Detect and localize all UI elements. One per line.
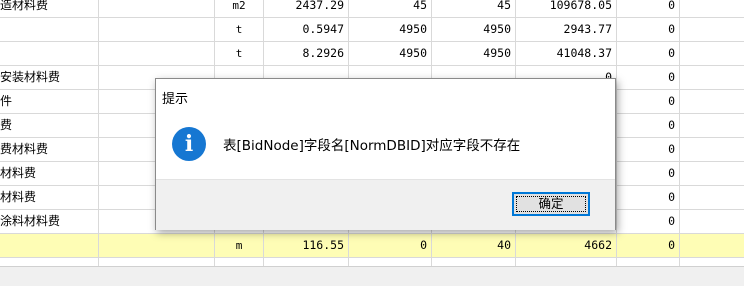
table-cell-unit: t: [235, 23, 243, 36]
table-cell-price2: 45: [497, 0, 511, 12]
column-divider: [616, 0, 617, 266]
table-cell-name: [0, 234, 98, 257]
column-divider: [679, 0, 680, 266]
table-cell-extra: 0: [668, 0, 675, 12]
table-cell-name: 件: [0, 94, 13, 108]
message-dialog: 提示 i 表[BidNode]字段名[NormDBID]对应字段不存在 确定: [155, 78, 616, 230]
horizontal-scrollbar-area[interactable]: [0, 266, 744, 286]
table-cell-total: 41048.37: [556, 46, 612, 60]
table-cell-name: 涂料材料费: [0, 214, 61, 228]
ok-button-label: 确定: [538, 196, 564, 211]
table-cell-price2: 4950: [483, 46, 511, 60]
table-cell-extra: 0: [668, 118, 675, 132]
table-cell-price1: 4950: [399, 46, 427, 60]
table-row[interactable]: t 0.5947 4950 4950 2943.77 0: [0, 18, 744, 42]
table-cell-unit: m2: [232, 0, 246, 12]
table-cell-qty: 0.5947: [302, 22, 344, 36]
table-cell-extra: 0: [668, 70, 675, 84]
table-cell-extra: 0: [668, 142, 675, 156]
table-cell-extra: 0: [668, 22, 675, 36]
table-cell-total: 4662: [584, 238, 612, 252]
table-cell-total: 2943.77: [563, 22, 612, 36]
table-cell-extra: 0: [668, 166, 675, 180]
table-cell-extra: 0: [668, 94, 675, 108]
table-cell-price2: 4950: [483, 22, 511, 36]
table-cell-name: 材料费: [0, 190, 37, 204]
dialog-title: 提示: [162, 92, 189, 107]
table-cell-total: 109678.05: [549, 0, 612, 12]
table-cell-unit: t: [235, 47, 243, 60]
table-cell-extra: 0: [668, 238, 675, 252]
info-icon: i: [172, 127, 206, 161]
table-cell-name: [0, 42, 98, 65]
dialog-message: 表[BidNode]字段名[NormDBID]对应字段不存在: [223, 138, 521, 154]
table-cell-price1: 4950: [399, 22, 427, 36]
table-cell-price1: 0: [420, 238, 427, 252]
table-cell-name: 材料费: [0, 166, 37, 180]
table-cell-qty: 8.2926: [302, 46, 344, 60]
table-cell-name: 造材料费: [0, 0, 49, 12]
table-row[interactable]: 造材料费 m2 2437.29 45 45 109678.05 0: [0, 0, 744, 18]
table-cell-name: 费材料费: [0, 142, 49, 156]
table-cell-qty: 116.55: [302, 238, 344, 252]
table-cell-name: [0, 18, 98, 41]
table-cell-extra: 0: [668, 214, 675, 228]
table-cell-qty: 2437.29: [295, 0, 344, 12]
ok-button[interactable]: 确定: [512, 192, 590, 216]
dialog-footer: 确定: [156, 179, 615, 230]
table-cell-extra: 0: [668, 46, 675, 60]
table-cell-name: 安装材料费: [0, 70, 61, 84]
table-row[interactable]: m 116.55 0 40 4662 0: [0, 234, 744, 258]
table-cell-unit: m: [235, 239, 243, 252]
table-row[interactable]: t 8.2926 4950 4950 41048.37 0: [0, 42, 744, 66]
column-divider: [98, 0, 99, 266]
table-cell-price1: 45: [413, 0, 427, 12]
table-cell-name: 费: [0, 118, 13, 132]
table-cell-extra: 0: [668, 190, 675, 204]
table-cell-price2: 40: [497, 238, 511, 252]
